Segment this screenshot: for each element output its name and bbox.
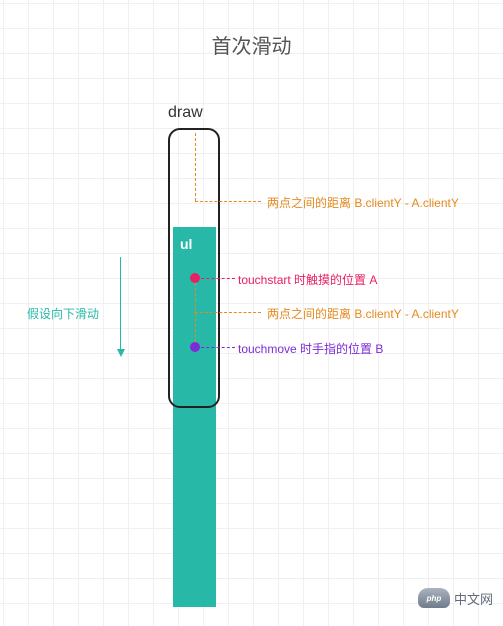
distance-line-top [195, 133, 196, 201]
distance1-label: 两点之间的距离 B.clientY - A.clientY [267, 194, 459, 211]
distance2-label: 两点之间的距离 B.clientY - A.clientY [267, 305, 459, 322]
touchstart-label: touchstart 时触摸的位置 A [238, 271, 377, 288]
draw-rect [168, 128, 220, 408]
touchmove-leader [201, 347, 235, 348]
direction-arrow [117, 257, 125, 357]
arrow-head-icon [117, 349, 125, 357]
arrow-shaft [120, 257, 121, 349]
direction-label: 假设向下滑动 [27, 305, 99, 322]
diagram-title: 首次滑动 [0, 30, 503, 59]
touchmove-label: touchmove 时手指的位置 B [238, 340, 383, 357]
point-b [190, 342, 200, 352]
ul-label: ul [180, 236, 192, 252]
distance2-leader [195, 312, 261, 313]
distance1-leader [195, 201, 261, 202]
touchstart-leader [201, 278, 235, 279]
watermark-text: 中文网 [454, 589, 493, 608]
point-a [190, 273, 200, 283]
watermark: php 中文网 [418, 588, 493, 608]
php-logo-icon: php [418, 588, 450, 608]
draw-label: draw [168, 104, 203, 122]
